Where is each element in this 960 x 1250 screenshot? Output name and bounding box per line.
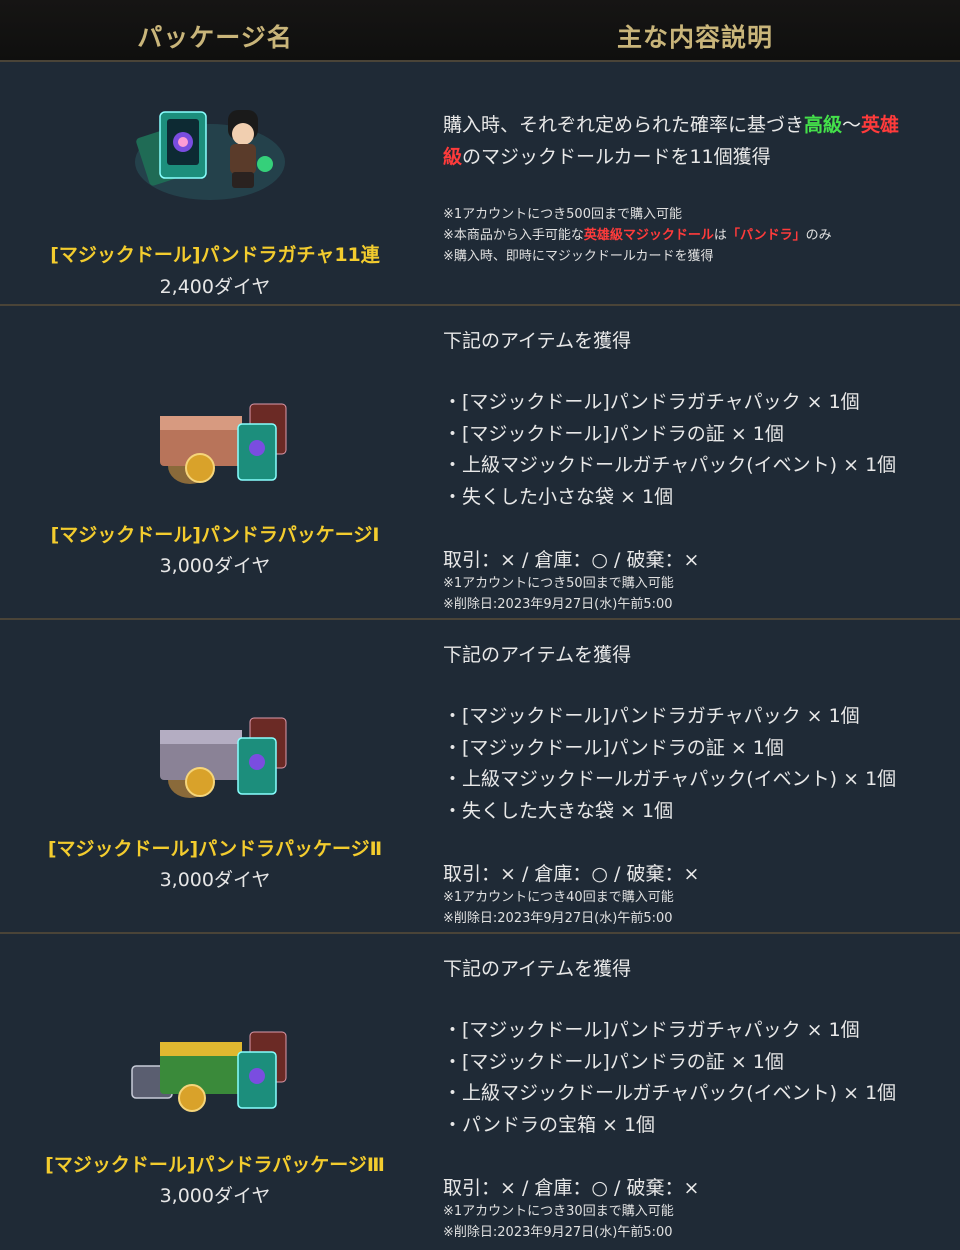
- package-name-cell: [マジックドール]パンドラパッケージⅠ 3,000ダイヤ: [0, 306, 430, 618]
- list-item: ・失くした小さな袋 × 1個: [443, 486, 674, 508]
- package-chest-image: [131, 1031, 287, 1112]
- note-purchase-limit: ※1アカウントにつき50回まで購入可能: [443, 576, 674, 591]
- package-row-2: [マジックドール]パンドラパッケージⅡ 3,000ダイヤ 下記のアイテムを獲得 …: [0, 620, 960, 934]
- note-delete-date: ※削除日:2023年9月27日(水)午前5:00: [443, 1225, 673, 1240]
- list-item: ・[マジックドール]パンドラの証 × 1個: [443, 423, 784, 445]
- package-name: [マジックドール]パンドラガチャ11連: [50, 244, 380, 266]
- package-name: [マジックドール]パンドラパッケージⅡ: [47, 838, 383, 860]
- list-item: ・上級マジックドールガチャパック(イベント) × 1個: [443, 1082, 897, 1104]
- note-purchase-limit: ※1アカウントにつき40回まで購入可能: [443, 890, 674, 905]
- package-price: 3,000ダイヤ: [159, 1185, 271, 1207]
- description-line: 購入時、それぞれ定められた確率に基づき高級〜英雄: [443, 114, 900, 136]
- package-name-cell: [マジックドール]パンドラパッケージⅢ 3,000ダイヤ: [0, 934, 430, 1250]
- note-instant-grant: ※購入時、即時にマジックドールカードを獲得: [443, 249, 714, 264]
- note-purchase-limit: ※1アカウントにつき30回まで購入可能: [443, 1204, 674, 1219]
- list-item: ・[マジックドール]パンドラガチャパック × 1個: [443, 705, 860, 727]
- list-item: ・[マジックドール]パンドラの証 × 1個: [443, 1051, 784, 1073]
- package-price: 2,400ダイヤ: [159, 276, 271, 298]
- package-price: 3,000ダイヤ: [159, 555, 271, 577]
- items-intro: 下記のアイテムを獲得: [443, 644, 632, 666]
- package-row-1: [マジックドール]パンドラパッケージⅠ 3,000ダイヤ 下記のアイテムを獲得 …: [0, 306, 960, 620]
- package-price: 3,000ダイヤ: [159, 869, 271, 891]
- items-intro: 下記のアイテムを獲得: [443, 330, 632, 352]
- list-item: ・上級マジックドールガチャパック(イベント) × 1個: [443, 454, 897, 476]
- package-chest-image: [160, 403, 287, 484]
- note-purchase-limit: ※1アカウントにつき500回まで購入可能: [443, 207, 682, 222]
- table-header: パッケージ名 主な内容説明: [0, 0, 960, 62]
- package-name: [マジックドール]パンドラパッケージⅢ: [45, 1154, 385, 1176]
- column-header-description: 主な内容説明: [616, 23, 773, 52]
- note-delete-date: ※削除日:2023年9月27日(水)午前5:00: [443, 597, 673, 612]
- trade-info: 取引：× / 倉庫：○ / 破棄：×: [443, 1177, 700, 1199]
- trade-info: 取引：× / 倉庫：○ / 破棄：×: [443, 863, 700, 885]
- items-intro: 下記のアイテムを獲得: [443, 958, 632, 980]
- magic-doll-card-image: [135, 110, 285, 200]
- list-item: ・[マジックドール]パンドラガチャパック × 1個: [443, 1019, 860, 1041]
- column-header-package-name: パッケージ名: [137, 23, 293, 52]
- note-delete-date: ※削除日:2023年9月27日(水)午前5:00: [443, 911, 673, 926]
- list-item: ・上級マジックドールガチャパック(イベント) × 1個: [443, 768, 897, 790]
- package-row-gacha11: [マジックドール]パンドラガチャ11連 2,400ダイヤ 購入時、それぞれ定めら…: [0, 62, 960, 306]
- package-name: [マジックドール]パンドラパッケージⅠ: [50, 524, 380, 546]
- trade-info: 取引：× / 倉庫：○ / 破棄：×: [443, 549, 700, 571]
- note-hero-grade: ※本商品から入手可能な英雄級マジックドールは「パンドラ」のみ: [443, 228, 832, 243]
- description-line: 級のマジックドールカードを11個獲得: [443, 146, 771, 168]
- package-row-3: [マジックドール]パンドラパッケージⅢ 3,000ダイヤ 下記のアイテムを獲得 …: [0, 934, 960, 1250]
- list-item: ・[マジックドール]パンドラの証 × 1個: [443, 737, 784, 759]
- package-name-cell: [マジックドール]パンドラガチャ11連 2,400ダイヤ: [0, 62, 430, 304]
- package-name-cell: [マジックドール]パンドラパッケージⅡ 3,000ダイヤ: [0, 620, 430, 932]
- list-item: ・[マジックドール]パンドラガチャパック × 1個: [443, 391, 860, 413]
- list-item: ・パンドラの宝箱 × 1個: [443, 1114, 656, 1136]
- package-chest-image: [160, 717, 287, 798]
- list-item: ・失くした大きな袋 × 1個: [443, 800, 674, 822]
